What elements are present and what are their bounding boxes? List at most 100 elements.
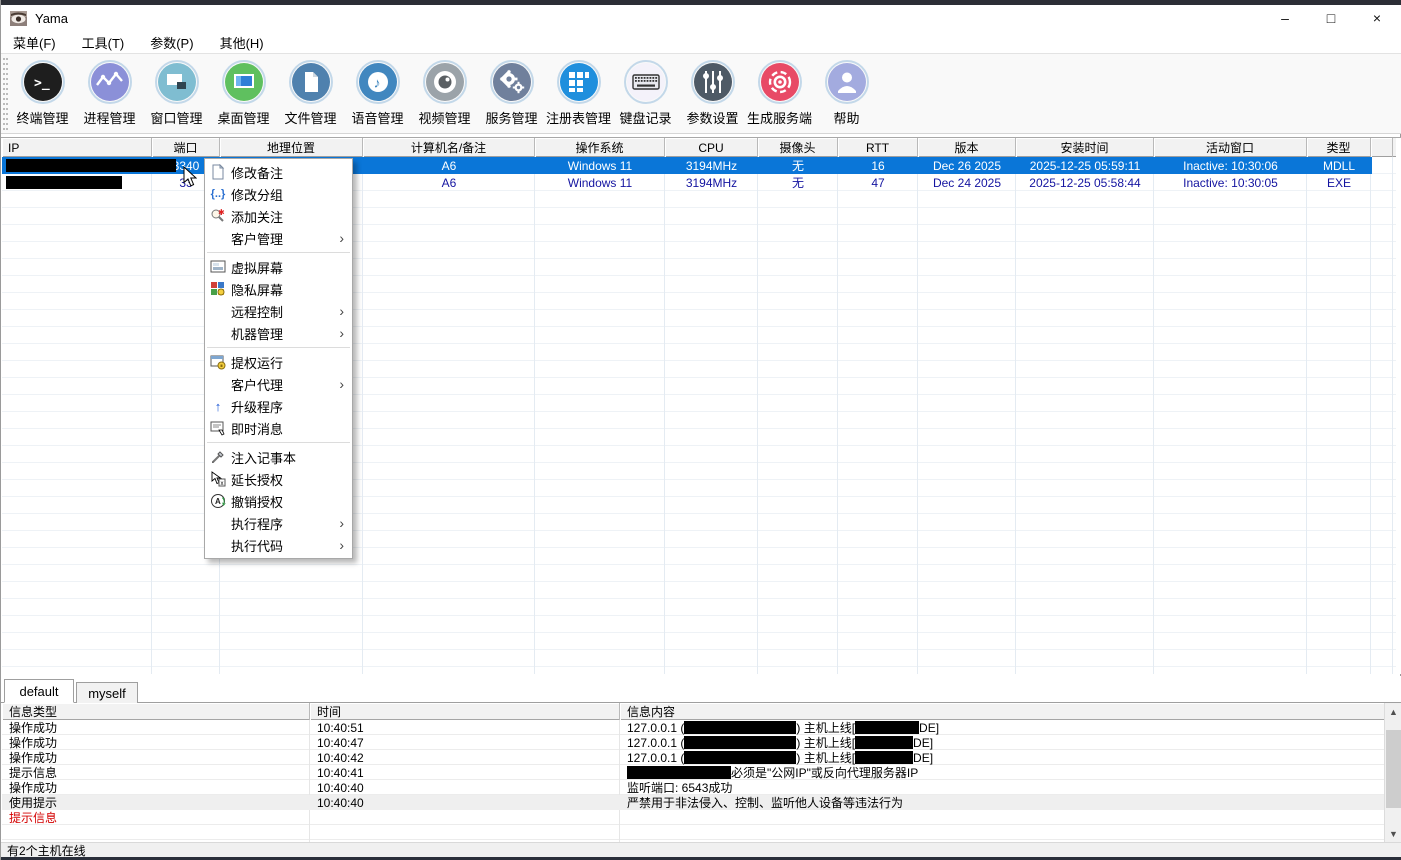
- host-col-header-9[interactable]: 安装时间: [1016, 138, 1154, 157]
- submenu-arrow-icon: ›: [339, 303, 344, 319]
- log-row-2[interactable]: 操作成功10:40:42127.0.0.1 () 主机上线[ DE]: [2, 750, 1385, 765]
- grid-column-line: [757, 157, 758, 674]
- toolbar-label: 终端管理: [16, 108, 68, 127]
- toolbar-button-5[interactable]: ♪语音管理: [344, 58, 411, 132]
- toolbar-button-2[interactable]: 窗口管理: [143, 58, 210, 132]
- toolbar-button-3[interactable]: 桌面管理: [210, 58, 277, 132]
- toolbar-button-11[interactable]: 生成服务端: [746, 58, 813, 132]
- tab-default[interactable]: default: [4, 679, 74, 703]
- context-menu-item-11[interactable]: 客户代理›: [205, 373, 352, 395]
- menubar-item-2[interactable]: 参数(P): [140, 31, 203, 54]
- host-col-header-8[interactable]: 版本: [918, 138, 1016, 157]
- toolbar-label: 帮助: [833, 108, 859, 127]
- context-menu-item-1[interactable]: {..}修改分组: [205, 183, 352, 205]
- context-menu-item-6[interactable]: 隐私屏幕: [205, 278, 352, 300]
- host-col-header-5[interactable]: CPU: [665, 138, 758, 157]
- log-content: 必须是"公网IP"或反向代理服务器IP: [620, 765, 1385, 780]
- menu-item-label: 即时消息: [231, 419, 283, 438]
- host-table-header: IP端口地理位置计算机名/备注操作系统CPU摄像头RTT版本安装时间活动窗口类型: [2, 138, 1396, 157]
- host-col-header-3[interactable]: 计算机名/备注: [363, 138, 535, 157]
- context-menu-item-17[interactable]: A撤销授权: [205, 490, 352, 512]
- log-type: 操作成功: [2, 735, 310, 750]
- redaction-bar: [855, 751, 913, 764]
- host-col-header-7[interactable]: RTT: [838, 138, 918, 157]
- host-col-header-10[interactable]: 活动窗口: [1154, 138, 1307, 157]
- minimize-button[interactable]: –: [1262, 5, 1308, 31]
- log-col-header-0[interactable]: 信息类型: [2, 703, 310, 720]
- menu-bar: 菜单(F) 工具(T)参数(P) 其他(H): [1, 31, 1401, 53]
- log-type: 操作成功: [2, 750, 310, 765]
- scroll-up-icon[interactable]: ▲: [1385, 703, 1401, 720]
- context-menu-item-15[interactable]: 注入记事本: [205, 446, 352, 468]
- context-menu-item-10[interactable]: 提权运行: [205, 351, 352, 373]
- log-time: 10:40:51: [310, 720, 620, 735]
- host-cell: Dec 26 2025: [918, 157, 1016, 174]
- host-col-header-6[interactable]: 摄像头: [758, 138, 838, 157]
- host-col-header-0[interactable]: IP: [2, 138, 152, 157]
- menu-item-label: 客户代理: [231, 375, 283, 394]
- group-tabs: defaultmyself: [1, 676, 1401, 703]
- log-row-3[interactable]: 提示信息10:40:41必须是"公网IP"或反向代理服务器IP: [2, 765, 1385, 780]
- context-menu-item-13[interactable]: 即时消息: [205, 417, 352, 439]
- menu-item-label: 执行代码: [231, 536, 283, 555]
- toolbar-button-12[interactable]: 帮助: [813, 58, 880, 132]
- context-menu-item-12[interactable]: ↑升级程序: [205, 395, 352, 417]
- scrollbar-thumb[interactable]: [1386, 730, 1401, 808]
- toolbar-button-7[interactable]: 服务管理: [478, 58, 545, 132]
- help-icon: [825, 60, 869, 104]
- mouse-cursor: [183, 166, 197, 187]
- context-menu-item-5[interactable]: 虚拟屏幕: [205, 256, 352, 278]
- log-row-1[interactable]: 操作成功10:40:47127.0.0.1 () 主机上线[ DE]: [2, 735, 1385, 750]
- toolbar-label: 服务管理: [485, 108, 537, 127]
- host-col-header-11[interactable]: 类型: [1307, 138, 1371, 157]
- toolbar-button-9[interactable]: 键盘记录: [612, 58, 679, 132]
- menubar-item-3[interactable]: 其他(H): [210, 31, 274, 54]
- log-time: 10:40:40: [310, 780, 620, 795]
- toolbar-button-10[interactable]: 参数设置: [679, 58, 746, 132]
- toolbar-label: 键盘记录: [619, 108, 671, 127]
- host-col-header-12[interactable]: [1371, 138, 1393, 157]
- host-cell: 16: [838, 157, 918, 174]
- submenu-arrow-icon: ›: [339, 515, 344, 531]
- context-menu-item-16[interactable]: x延长授权: [205, 468, 352, 490]
- toolbar-gripper[interactable]: [3, 58, 8, 130]
- context-menu-item-19[interactable]: 执行代码›: [205, 534, 352, 556]
- toolbar-button-1[interactable]: 进程管理: [76, 58, 143, 132]
- log-type: 提示信息: [2, 810, 310, 825]
- menu-item-label: 注入记事本: [231, 448, 296, 467]
- host-col-header-1[interactable]: 端口: [152, 138, 220, 157]
- context-menu-item-7[interactable]: 远程控制 ›: [205, 300, 352, 322]
- scroll-down-icon[interactable]: ▼: [1385, 825, 1401, 842]
- log-type: 操作成功: [2, 780, 310, 795]
- menubar-item-1[interactable]: 工具(T): [72, 31, 135, 54]
- context-menu-item-8[interactable]: 机器管理›: [205, 322, 352, 344]
- virtual-screen-icon: [205, 259, 231, 275]
- svg-text:✱: ✱: [218, 208, 225, 217]
- context-menu-item-3[interactable]: 客户管理›: [205, 227, 352, 249]
- menu-item-label: 修改备注: [231, 163, 283, 182]
- close-button[interactable]: ×: [1354, 5, 1400, 31]
- log-col-header-2[interactable]: 信息内容: [620, 703, 1385, 720]
- instant-message-icon: [205, 420, 231, 436]
- log-col-header-1[interactable]: 时间: [310, 703, 620, 720]
- host-cell: EXE: [1307, 174, 1371, 191]
- log-row-0[interactable]: 操作成功10:40:51127.0.0.1 () 主机上线[ DE]: [2, 720, 1385, 735]
- menubar-item-0[interactable]: 菜单(F): [3, 31, 66, 54]
- context-menu-item-18[interactable]: 执行程序›: [205, 512, 352, 534]
- menu-item-label: 远程控制: [231, 302, 283, 321]
- log-scrollbar[interactable]: ▲ ▼: [1384, 703, 1401, 842]
- maximize-button[interactable]: □: [1308, 5, 1354, 31]
- grid-column-line: [1015, 157, 1016, 674]
- context-menu-item-2[interactable]: ✱添加关注: [205, 205, 352, 227]
- toolbar-button-6[interactable]: 视频管理: [411, 58, 478, 132]
- toolbar-button-4[interactable]: 文件管理: [277, 58, 344, 132]
- host-col-header-4[interactable]: 操作系统: [535, 138, 665, 157]
- host-col-header-2[interactable]: 地理位置: [220, 138, 363, 157]
- tab-myself[interactable]: myself: [76, 682, 138, 703]
- toolbar-button-8[interactable]: 注册表管理: [545, 58, 612, 132]
- log-row-5[interactable]: 使用提示10:40:40严禁用于非法侵入、控制、监听他人设备等违法行为: [2, 795, 1385, 810]
- log-row-4[interactable]: 操作成功10:40:40监听端口: 6543成功: [2, 780, 1385, 795]
- toolbar-button-0[interactable]: >_终端管理: [9, 58, 76, 132]
- context-menu-item-0[interactable]: 修改备注: [205, 161, 352, 183]
- log-row-6[interactable]: 提示信息: [2, 810, 1385, 825]
